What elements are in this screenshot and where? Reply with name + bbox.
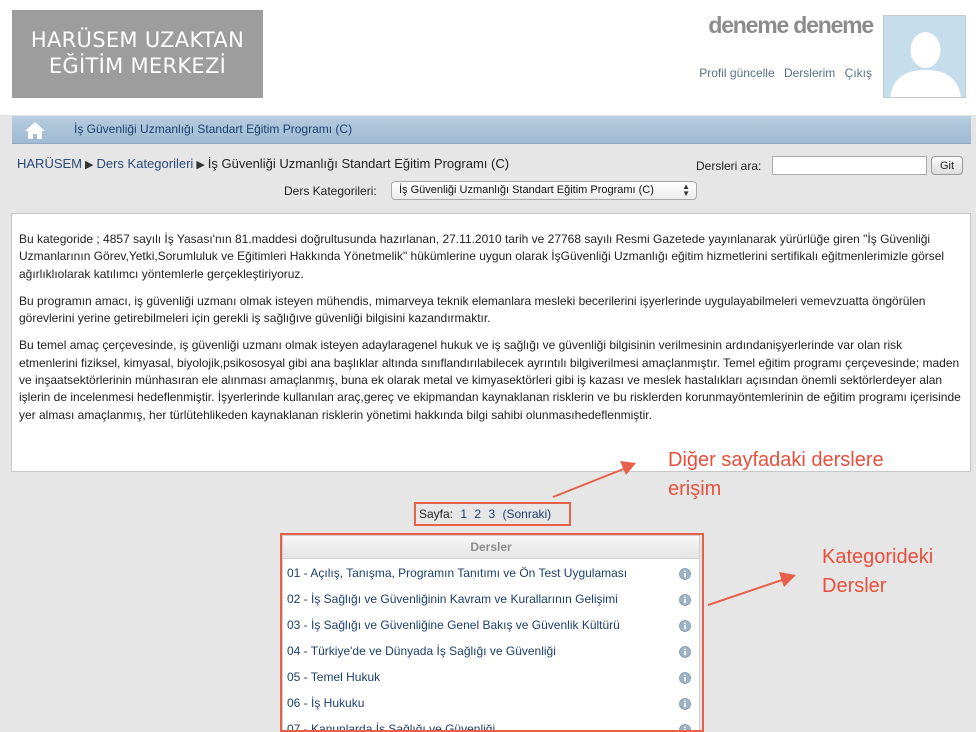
- courses-arrow-icon: [707, 572, 796, 606]
- courses-annotation-line-2: Dersler: [822, 575, 887, 597]
- courses-highlight: [280, 533, 704, 732]
- paging-annotation: Diğer sayfadaki derslere erişim: [668, 446, 884, 504]
- paging-arrow-icon: [552, 461, 636, 498]
- courses-annotation: Kategorideki Dersler: [822, 543, 933, 601]
- pagination-highlight: [414, 502, 571, 526]
- paging-annotation-line-1: Diğer sayfadaki derslere: [668, 449, 884, 471]
- paging-annotation-line-2: erişim: [668, 478, 722, 500]
- courses-annotation-line-1: Kategorideki: [822, 546, 934, 568]
